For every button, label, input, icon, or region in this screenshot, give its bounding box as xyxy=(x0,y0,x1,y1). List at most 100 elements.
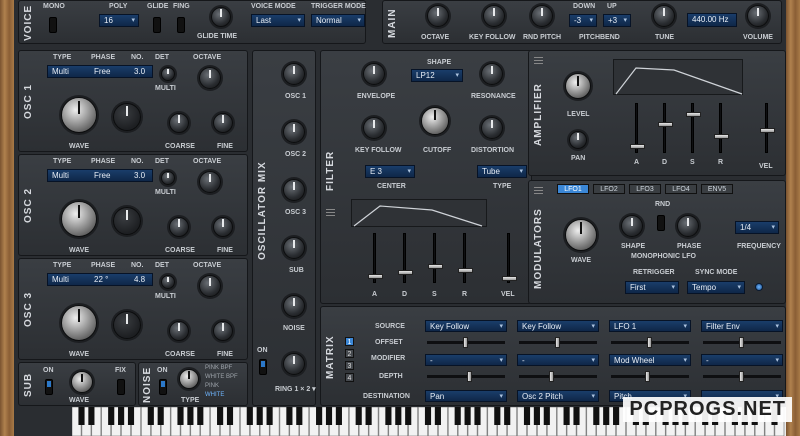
matrix-depth-4-slider[interactable] xyxy=(703,371,781,382)
black-key[interactable] xyxy=(256,407,263,425)
ring-mod-label[interactable]: RING 1 × 2 ▾ xyxy=(275,385,316,393)
mix-osc2-knob[interactable] xyxy=(283,121,305,143)
glide-switch[interactable] xyxy=(153,17,161,33)
filter-vel-slider[interactable] xyxy=(502,233,517,283)
matrix-offset-1-thumb[interactable] xyxy=(463,337,468,348)
osc1-wave-knob[interactable] xyxy=(61,97,97,133)
lfo-sync-led-icon[interactable] xyxy=(755,283,763,291)
voice-mode-select[interactable]: Last xyxy=(251,14,305,27)
modulators-grip-icon[interactable] xyxy=(534,187,543,196)
matrix-destination-2[interactable]: Osc 2 Pitch xyxy=(517,390,599,402)
mix-noise-knob[interactable] xyxy=(283,295,305,317)
tab-lfo1[interactable]: LFO1 xyxy=(557,184,589,194)
amp-sustain-thumb[interactable] xyxy=(686,112,701,117)
amp-vel-thumb[interactable] xyxy=(760,128,775,133)
fing-switch[interactable] xyxy=(177,17,185,33)
black-key[interactable] xyxy=(593,407,600,425)
pitchbend-up-select[interactable]: +3 xyxy=(603,14,631,27)
black-key[interactable] xyxy=(504,407,511,425)
ring-on-switch[interactable] xyxy=(259,359,267,375)
black-key[interactable] xyxy=(563,407,570,425)
osc3-display[interactable]: Multi 22 ° 4.8 xyxy=(47,273,153,286)
black-key[interactable] xyxy=(118,407,125,425)
filter-grip-icon[interactable] xyxy=(326,209,335,218)
lfo-shape-knob[interactable] xyxy=(621,215,643,237)
filter-envelope-knob[interactable] xyxy=(363,63,385,85)
black-key[interactable] xyxy=(613,407,620,425)
black-key[interactable] xyxy=(177,407,184,425)
matrix-slot-2[interactable]: 2 xyxy=(345,349,354,358)
matrix-slot-3[interactable]: 3 xyxy=(345,361,354,370)
osc2-det-knob[interactable] xyxy=(161,171,175,185)
matrix-depth-3-thumb[interactable] xyxy=(645,371,650,382)
black-key[interactable] xyxy=(187,407,194,425)
filter-distortion-knob[interactable] xyxy=(481,117,503,139)
tab-lfo4[interactable]: LFO4 xyxy=(665,184,697,194)
osc2-coarse-knob[interactable] xyxy=(169,217,189,237)
black-key[interactable] xyxy=(325,407,333,425)
black-key[interactable] xyxy=(335,407,342,425)
black-key[interactable] xyxy=(316,407,323,425)
osc2-display[interactable]: Multi Free 3.0 xyxy=(47,169,153,182)
octave-knob[interactable] xyxy=(427,5,449,27)
mix-osc3-knob[interactable] xyxy=(283,179,305,201)
matrix-offset-1-slider[interactable] xyxy=(427,337,505,348)
black-key[interactable] xyxy=(395,407,402,425)
filter-sustain-thumb[interactable] xyxy=(428,264,443,269)
black-key[interactable] xyxy=(405,407,412,425)
mix-sub-knob[interactable] xyxy=(283,237,305,259)
matrix-slot-1[interactable]: 1 xyxy=(345,337,354,346)
osc3-octave-knob[interactable] xyxy=(199,275,221,297)
black-key[interactable] xyxy=(464,407,471,425)
osc1-octave-knob[interactable] xyxy=(199,67,221,89)
amp-decay-slider[interactable] xyxy=(658,103,673,153)
filter-attack-thumb[interactable] xyxy=(368,274,383,279)
amp-release-slider[interactable] xyxy=(714,103,729,153)
black-key[interactable] xyxy=(543,407,550,425)
matrix-depth-1-thumb[interactable] xyxy=(467,371,472,382)
black-key[interactable] xyxy=(603,407,610,425)
lfo-wave-knob[interactable] xyxy=(565,219,597,251)
matrix-modifier-1[interactable]: - xyxy=(425,354,507,366)
osc2-wave-knob[interactable] xyxy=(61,201,97,237)
osc1-coarse-knob[interactable] xyxy=(169,113,189,133)
sub-on-switch[interactable] xyxy=(45,379,53,395)
mono-switch[interactable] xyxy=(49,17,57,33)
filter-decay-thumb[interactable] xyxy=(398,270,413,275)
matrix-depth-2-slider[interactable] xyxy=(519,371,597,382)
filter-key-follow-knob[interactable] xyxy=(363,117,385,139)
black-key[interactable] xyxy=(226,407,234,425)
black-key[interactable] xyxy=(108,407,115,425)
noise-type-white[interactable]: WHITE xyxy=(205,392,224,398)
black-key[interactable] xyxy=(246,407,253,425)
amp-vel-slider[interactable] xyxy=(760,103,775,153)
osc2-octave-knob[interactable] xyxy=(199,171,221,193)
rnd-pitch-knob[interactable] xyxy=(531,5,553,27)
matrix-offset-3-slider[interactable] xyxy=(611,337,689,348)
osc1-display[interactable]: Multi Free 3.0 xyxy=(47,65,153,78)
black-key[interactable] xyxy=(573,407,580,425)
sub-wave-knob[interactable] xyxy=(71,371,93,393)
osc3-wave-knob[interactable] xyxy=(61,305,97,341)
matrix-offset-2-thumb[interactable] xyxy=(555,337,560,348)
black-key[interactable] xyxy=(147,407,154,425)
sub-fix-switch[interactable] xyxy=(117,379,125,395)
black-key[interactable] xyxy=(424,407,432,425)
filter-resonance-knob[interactable] xyxy=(481,63,503,85)
volume-knob[interactable] xyxy=(747,5,769,27)
matrix-offset-2-slider[interactable] xyxy=(519,337,597,348)
black-key[interactable] xyxy=(355,407,362,425)
filter-center-select[interactable]: E 3 xyxy=(365,165,415,178)
amplifier-grip-icon[interactable] xyxy=(534,57,543,66)
lfo-frequency-select[interactable]: 1/4 xyxy=(735,221,779,234)
lfo-phase-knob[interactable] xyxy=(677,215,699,237)
matrix-offset-4-slider[interactable] xyxy=(703,337,781,348)
tab-lfo3[interactable]: LFO3 xyxy=(629,184,661,194)
osc3-shape-knob[interactable] xyxy=(113,311,141,339)
black-key[interactable] xyxy=(454,407,461,425)
matrix-modifier-4[interactable]: - xyxy=(701,354,783,366)
matrix-depth-2-thumb[interactable] xyxy=(549,371,554,382)
black-key[interactable] xyxy=(474,407,481,425)
matrix-depth-3-slider[interactable] xyxy=(611,371,689,382)
osc1-fine-knob[interactable] xyxy=(213,113,233,133)
